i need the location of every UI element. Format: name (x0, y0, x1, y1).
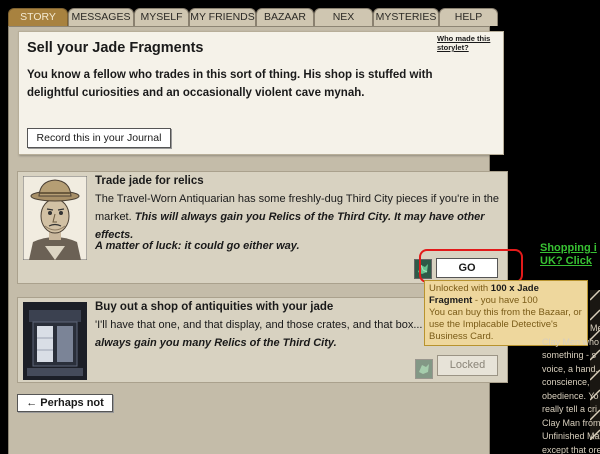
go-button[interactable]: GO (436, 258, 498, 278)
perhaps-not-button[interactable]: ← Perhaps not (17, 394, 113, 412)
luck-note: A matter of luck: it could go either way… (95, 240, 300, 252)
tab-myself[interactable]: MYSELF (134, 8, 189, 26)
shopping-link[interactable]: Shopping i UK? Click (540, 242, 597, 268)
who-made-link[interactable]: Who made this storylet? (437, 34, 503, 52)
storylet-description: You know a fellow who trades in this sor… (27, 69, 433, 99)
tab-help[interactable]: HELP (439, 8, 498, 26)
tab-nex[interactable]: NEX (314, 8, 373, 26)
branch-title: Buy out a shop of antiquities with your … (95, 301, 334, 313)
tab-my-friends[interactable]: MY FRIENDS (189, 8, 256, 26)
tab-story[interactable]: STORY (8, 8, 68, 26)
branch-title: Trade jade for relics (95, 175, 204, 187)
tab-messages[interactable]: MESSAGES (68, 8, 134, 26)
jade-fragment-icon (415, 359, 433, 379)
shop-image (23, 302, 87, 380)
branch-description: The Travel-Worn Antiquarian has some fre… (95, 193, 499, 241)
antiquarian-portrait (23, 176, 87, 260)
tab-bazaar[interactable]: BAZAAR (256, 8, 314, 26)
storylet-card: Sell your Jade Fragments Who made this s… (18, 31, 504, 155)
side-panel-text: Me Clay Men who something - s voice, a h… (542, 323, 600, 454)
locked-button: Locked (437, 355, 498, 376)
tab-mysteries[interactable]: MYSTERIES (373, 8, 439, 26)
record-journal-button[interactable]: Record this in your Journal (27, 128, 171, 148)
nav-tabs: STORY MESSAGES MYSELF MY FRIENDS BAZAAR … (8, 8, 498, 26)
storylet-title: Sell your Jade Fragments (27, 40, 204, 56)
